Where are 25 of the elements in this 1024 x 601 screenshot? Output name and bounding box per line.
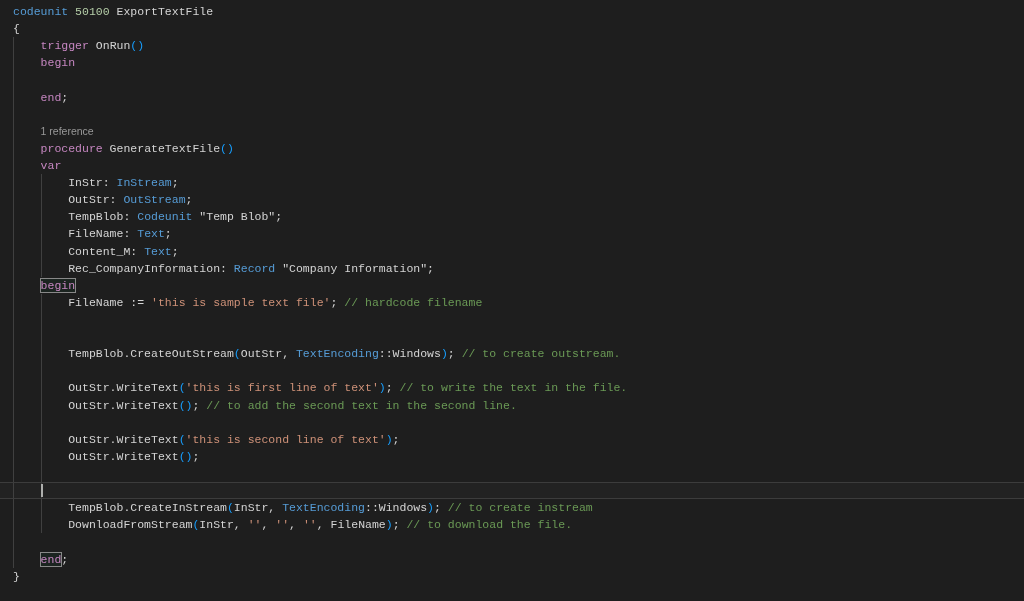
code-line: Rec_CompanyInformation: Record "Company Information";	[67, 260, 434, 277]
code-line: TempBlob.CreateOutStream(OutStr, TextEncoding::Windows); // to create outstream.	[67, 346, 621, 363]
code-line: OutStr.WriteText(); // to add the second text in the second line.	[67, 397, 517, 414]
code-line: var	[39, 158, 62, 174]
code-line: trigger OnRun()	[39, 38, 145, 55]
codelens-link[interactable]: 1 reference	[40, 122, 94, 140]
code-line: OutStr.WriteText();	[67, 448, 200, 465]
code-line: TempBlob: Codeunit "Temp Blob";	[67, 209, 283, 226]
text-cursor	[40, 484, 43, 498]
code-line: end;	[39, 89, 69, 106]
code-line: TempBlob.CreateInStream(InStr, TextEncoding::Windows); // to create instream	[67, 500, 593, 517]
code-line: Content_M: Text;	[67, 243, 179, 260]
code-line: OutStr: OutStream;	[67, 192, 193, 209]
code-line: FileName: Text;	[67, 226, 172, 243]
code-line: OutStr.WriteText('this is second line of text');	[67, 431, 400, 448]
code-line: }	[13, 568, 20, 585]
code-line: codeunit 50100 ExportTextFile	[13, 4, 214, 20]
code-line: procedure GenerateTextFile()	[39, 140, 234, 157]
code-line: InStr: InStream;	[67, 175, 179, 192]
code-line: DownloadFromStream(InStr, '', '', '', FileName); // to download the file.	[67, 517, 573, 534]
code-line: FileName := 'this is sample text file'; // hardcode filename	[67, 294, 483, 311]
code-line: {	[13, 21, 20, 38]
code-line: begin	[39, 55, 76, 72]
code-line: OutStr.WriteText('this is first line of text'); // to write the text in the file.	[67, 380, 628, 397]
code-line: end;	[39, 551, 69, 568]
